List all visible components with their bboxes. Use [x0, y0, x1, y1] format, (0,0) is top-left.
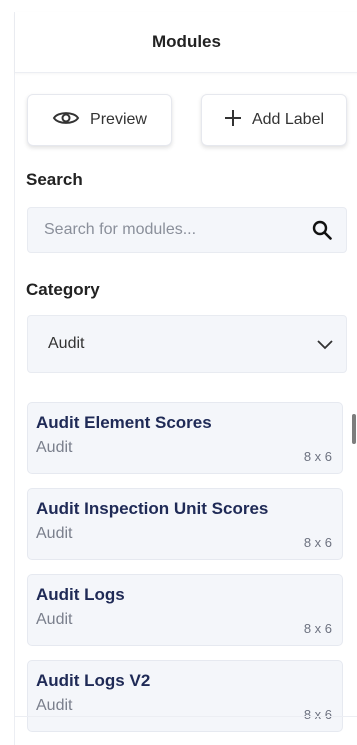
preview-button[interactable]: Preview: [27, 94, 172, 146]
scrollbar-thumb[interactable]: [352, 414, 356, 444]
category-selected-value: Audit: [48, 335, 85, 352]
add-label-button[interactable]: Add Label: [201, 94, 347, 146]
module-name: Audit Logs V2: [36, 671, 151, 690]
category-select[interactable]: Audit: [27, 315, 347, 373]
module-category: Audit: [36, 525, 73, 542]
module-name: Audit Logs: [36, 585, 125, 604]
add-label-button-label: Add Label: [251, 111, 325, 128]
module-name: Audit Element Scores: [36, 413, 212, 432]
preview-button-label: Preview: [90, 111, 147, 128]
panel-header: Modules: [15, 12, 357, 73]
search-label: Search: [26, 170, 83, 189]
module-card[interactable]: Audit Inspection Unit Scores Audit 8 x 6: [27, 488, 343, 560]
module-card[interactable]: Audit Logs V2 Audit 8 x 6: [27, 660, 343, 732]
module-size: 8 x 6: [303, 449, 332, 464]
search-input[interactable]: [42, 220, 296, 240]
module-size: 8 x 6: [303, 621, 332, 636]
search-field: [27, 207, 347, 253]
eye-icon: [52, 109, 80, 132]
module-name: Audit Inspection Unit Scores: [36, 499, 269, 518]
module-size: 8 x 6: [303, 707, 332, 722]
module-card[interactable]: Audit Element Scores Audit 8 x 6: [27, 402, 343, 474]
module-size: 8 x 6: [303, 535, 332, 550]
search-icon[interactable]: [312, 220, 332, 240]
category-label: Category: [26, 280, 100, 299]
module-category: Audit: [36, 611, 73, 628]
plus-icon: [224, 109, 242, 132]
panel-title: Modules: [152, 32, 221, 51]
chevron-down-icon: [316, 337, 334, 351]
module-card[interactable]: Audit Logs Audit 8 x 6: [27, 574, 343, 646]
module-category: Audit: [36, 697, 73, 714]
divider: [14, 716, 357, 717]
module-category: Audit: [36, 439, 73, 456]
